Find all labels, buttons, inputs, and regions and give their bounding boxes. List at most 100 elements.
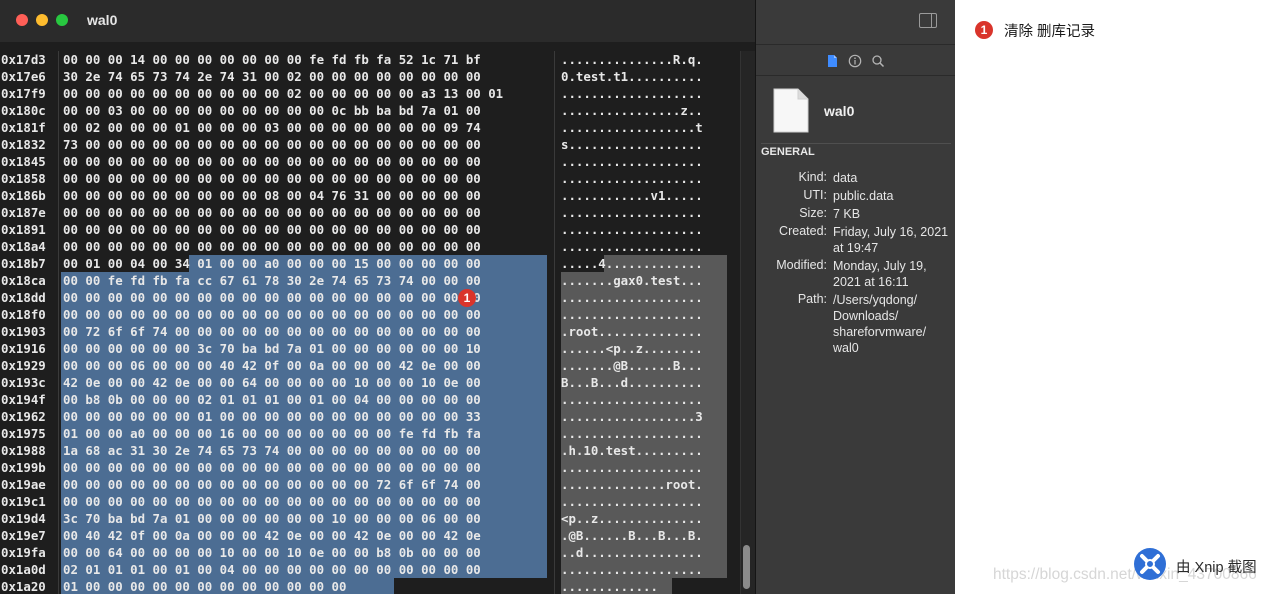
hex-ascii[interactable]: .....4............. bbox=[561, 255, 726, 272]
hex-row[interactable]: 0x18f0 00 00 00 00 00 00 00 00 00 00 00 0… bbox=[0, 306, 740, 323]
hex-row[interactable]: 0x194f 00 b8 0b 00 00 00 02 01 01 01 00 0… bbox=[0, 391, 740, 408]
hex-ascii[interactable]: <p..z.............. bbox=[561, 510, 726, 527]
hex-bytes[interactable]: 00 00 00 00 00 00 00 00 00 00 00 00 00 0… bbox=[63, 221, 550, 238]
info-tab-icon[interactable] bbox=[848, 54, 862, 68]
hex-row[interactable]: 0x18dd 00 00 00 00 00 00 00 00 00 00 00 0… bbox=[0, 289, 740, 306]
sidebar-toggle-icon[interactable] bbox=[919, 13, 937, 28]
hex-row[interactable]: 0x17d3 00 00 00 14 00 00 00 00 00 00 00 f… bbox=[0, 51, 740, 68]
hex-ascii[interactable]: ..d................ bbox=[561, 544, 726, 561]
hex-bytes[interactable]: 01 00 00 00 00 00 00 00 00 00 00 00 00 bbox=[63, 578, 550, 594]
hex-bytes[interactable]: 00 00 00 00 00 00 00 00 00 00 00 00 00 0… bbox=[63, 493, 550, 510]
hex-bytes[interactable]: 1a 68 ac 31 30 2e 74 65 73 74 00 00 00 0… bbox=[63, 442, 550, 459]
hex-ascii[interactable]: ................... bbox=[561, 238, 726, 255]
hex-ascii[interactable]: ................... bbox=[561, 459, 726, 476]
hex-row[interactable]: 0x1988 1a 68 ac 31 30 2e 74 65 73 74 00 0… bbox=[0, 442, 740, 459]
close-window-button[interactable] bbox=[16, 14, 28, 26]
hex-ascii[interactable]: ................... bbox=[561, 221, 726, 238]
hex-bytes[interactable]: 02 01 01 01 00 01 00 04 00 00 00 00 00 0… bbox=[63, 561, 550, 578]
hex-bytes[interactable]: 42 0e 00 00 42 0e 00 00 64 00 00 00 00 1… bbox=[63, 374, 550, 391]
hex-bytes[interactable]: 00 00 00 00 00 00 01 00 00 00 00 00 00 0… bbox=[63, 408, 550, 425]
hex-ascii[interactable]: 0.test.t1.......... bbox=[561, 68, 726, 85]
hex-ascii[interactable]: ................... bbox=[561, 493, 726, 510]
hex-row[interactable]: 0x1891 00 00 00 00 00 00 00 00 00 00 00 0… bbox=[0, 221, 740, 238]
hex-row[interactable]: 0x1832 73 00 00 00 00 00 00 00 00 00 00 0… bbox=[0, 136, 740, 153]
hex-bytes[interactable]: 00 00 00 00 00 00 00 00 00 08 00 04 76 3… bbox=[63, 187, 550, 204]
hex-row[interactable]: 0x19ae 00 00 00 00 00 00 00 00 00 00 00 0… bbox=[0, 476, 740, 493]
hex-bytes[interactable]: 00 01 00 04 00 34 01 00 00 a0 00 00 00 1… bbox=[63, 255, 550, 272]
hex-ascii[interactable]: ................... bbox=[561, 153, 726, 170]
hex-ascii[interactable]: .@B......B...B...B. bbox=[561, 527, 726, 544]
hex-bytes[interactable]: 00 00 00 00 00 00 3c 70 ba bd 7a 01 00 0… bbox=[63, 340, 550, 357]
hex-ascii[interactable]: ...............R.q. bbox=[561, 51, 726, 68]
hex-bytes[interactable]: 00 02 00 00 00 01 00 00 00 03 00 00 00 0… bbox=[63, 119, 550, 136]
hex-bytes[interactable]: 3c 70 ba bd 7a 01 00 00 00 00 00 00 10 0… bbox=[63, 510, 550, 527]
hex-bytes[interactable]: 00 00 00 06 00 00 00 40 42 0f 00 0a 00 0… bbox=[63, 357, 550, 374]
hex-ascii[interactable]: ..................t bbox=[561, 119, 726, 136]
search-tab-icon[interactable] bbox=[871, 54, 885, 68]
hex-bytes[interactable]: 30 2e 74 65 73 74 2e 74 31 00 02 00 00 0… bbox=[63, 68, 550, 85]
hex-bytes[interactable]: 73 00 00 00 00 00 00 00 00 00 00 00 00 0… bbox=[63, 136, 550, 153]
scrollbar-thumb[interactable] bbox=[743, 545, 750, 589]
hex-ascii[interactable]: ..................3 bbox=[561, 408, 726, 425]
hex-ascii[interactable]: .h.10.test......... bbox=[561, 442, 726, 459]
hex-row[interactable]: 0x186b 00 00 00 00 00 00 00 00 00 08 00 0… bbox=[0, 187, 740, 204]
hex-bytes[interactable]: 00 40 42 0f 00 0a 00 00 00 42 0e 00 00 4… bbox=[63, 527, 550, 544]
hex-row[interactable]: 0x1929 00 00 00 06 00 00 00 40 42 0f 00 0… bbox=[0, 357, 740, 374]
hex-row[interactable]: 0x19e7 00 40 42 0f 00 0a 00 00 00 42 0e 0… bbox=[0, 527, 740, 544]
hex-row[interactable]: 0x1903 00 72 6f 6f 74 00 00 00 00 00 00 0… bbox=[0, 323, 740, 340]
hex-ascii[interactable]: ................z.. bbox=[561, 102, 726, 119]
hex-row[interactable]: 0x1858 00 00 00 00 00 00 00 00 00 00 00 0… bbox=[0, 170, 740, 187]
hex-ascii[interactable]: .......gax0.test... bbox=[561, 272, 726, 289]
hex-ascii[interactable]: B...B...d.......... bbox=[561, 374, 726, 391]
hex-row[interactable]: 0x1a20 01 00 00 00 00 00 00 00 00 00 00 0… bbox=[0, 578, 740, 594]
hex-bytes[interactable]: 00 00 00 00 00 00 00 00 00 00 00 00 00 0… bbox=[63, 459, 550, 476]
hex-row[interactable]: 0x1916 00 00 00 00 00 00 3c 70 ba bd 7a 0… bbox=[0, 340, 740, 357]
hex-row[interactable]: 0x1845 00 00 00 00 00 00 00 00 00 00 00 0… bbox=[0, 153, 740, 170]
hex-row[interactable]: 0x18b7 00 01 00 04 00 34 01 00 00 a0 00 0… bbox=[0, 255, 740, 272]
hex-row[interactable]: 0x181f 00 02 00 00 00 01 00 00 00 03 00 0… bbox=[0, 119, 740, 136]
hex-row[interactable]: 0x199b 00 00 00 00 00 00 00 00 00 00 00 0… bbox=[0, 459, 740, 476]
hex-row[interactable]: 0x17e6 30 2e 74 65 73 74 2e 74 31 00 02 0… bbox=[0, 68, 740, 85]
general-section-heading[interactable]: GENERAL bbox=[761, 146, 815, 158]
hex-bytes[interactable]: 00 00 00 00 00 00 00 00 00 00 02 00 00 0… bbox=[63, 85, 550, 102]
hex-ascii[interactable]: ............. bbox=[561, 578, 726, 594]
hex-bytes[interactable]: 00 00 00 00 00 00 00 00 00 00 00 00 00 0… bbox=[63, 289, 550, 306]
hex-bytes[interactable]: 00 00 00 00 00 00 00 00 00 00 00 00 00 0… bbox=[63, 306, 550, 323]
hex-ascii[interactable]: ................... bbox=[561, 170, 726, 187]
hex-ascii[interactable]: ..............root. bbox=[561, 476, 726, 493]
hex-row[interactable]: 0x17f9 00 00 00 00 00 00 00 00 00 00 02 0… bbox=[0, 85, 740, 102]
hex-ascii[interactable]: ................... bbox=[561, 425, 726, 442]
hex-row[interactable]: 0x180c 00 00 03 00 00 00 00 00 00 00 00 0… bbox=[0, 102, 740, 119]
minimize-window-button[interactable] bbox=[36, 14, 48, 26]
hex-ascii[interactable]: ......<p..z........ bbox=[561, 340, 726, 357]
hex-row[interactable]: 0x193c 42 0e 00 00 42 0e 00 00 64 00 00 0… bbox=[0, 374, 740, 391]
hex-row[interactable]: 0x1975 01 00 00 a0 00 00 00 16 00 00 00 0… bbox=[0, 425, 740, 442]
hex-ascii[interactable]: ................... bbox=[561, 204, 726, 221]
hex-row[interactable]: 0x19fa 00 00 64 00 00 00 00 10 00 00 10 0… bbox=[0, 544, 740, 561]
hex-row[interactable]: 0x19d4 3c 70 ba bd 7a 01 00 00 00 00 00 0… bbox=[0, 510, 740, 527]
hex-ascii[interactable]: ................... bbox=[561, 85, 726, 102]
hex-bytes[interactable]: 00 00 00 00 00 00 00 00 00 00 00 00 00 0… bbox=[63, 204, 550, 221]
hex-ascii[interactable]: ............v1..... bbox=[561, 187, 726, 204]
hex-row[interactable]: 0x1962 00 00 00 00 00 00 01 00 00 00 00 0… bbox=[0, 408, 740, 425]
hex-bytes[interactable]: 00 00 00 00 00 00 00 00 00 00 00 00 00 0… bbox=[63, 170, 550, 187]
hex-row[interactable]: 0x19c1 00 00 00 00 00 00 00 00 00 00 00 0… bbox=[0, 493, 740, 510]
hex-bytes[interactable]: 01 00 00 a0 00 00 00 16 00 00 00 00 00 0… bbox=[63, 425, 550, 442]
hex-bytes[interactable]: 00 00 03 00 00 00 00 00 00 00 00 00 0c b… bbox=[63, 102, 550, 119]
hex-ascii[interactable]: ................... bbox=[561, 391, 726, 408]
hex-ascii[interactable]: ................... bbox=[561, 561, 726, 578]
hex-row[interactable]: 0x18ca 00 00 fe fd fb fa cc 67 61 78 30 2… bbox=[0, 272, 740, 289]
hex-ascii[interactable]: .root.............. bbox=[561, 323, 726, 340]
hex-bytes[interactable]: 00 00 fe fd fb fa cc 67 61 78 30 2e 74 6… bbox=[63, 272, 550, 289]
scrollbar-track[interactable] bbox=[740, 51, 755, 594]
hex-row[interactable]: 0x1a0d 02 01 01 01 00 01 00 04 00 00 00 0… bbox=[0, 561, 740, 578]
hex-row[interactable]: 0x18a4 00 00 00 00 00 00 00 00 00 00 00 0… bbox=[0, 238, 740, 255]
hex-view[interactable]: 0x17d3 00 00 00 14 00 00 00 00 00 00 00 f… bbox=[0, 51, 740, 594]
hex-bytes[interactable]: 00 72 6f 6f 74 00 00 00 00 00 00 00 00 0… bbox=[63, 323, 550, 340]
hex-bytes[interactable]: 00 00 64 00 00 00 00 10 00 00 10 0e 00 0… bbox=[63, 544, 550, 561]
hex-bytes[interactable]: 00 00 00 14 00 00 00 00 00 00 00 fe fd f… bbox=[63, 51, 550, 68]
hex-bytes[interactable]: 00 00 00 00 00 00 00 00 00 00 00 00 00 0… bbox=[63, 238, 550, 255]
hex-ascii[interactable]: s.................. bbox=[561, 136, 726, 153]
maximize-window-button[interactable] bbox=[56, 14, 68, 26]
hex-bytes[interactable]: 00 00 00 00 00 00 00 00 00 00 00 00 00 0… bbox=[63, 476, 550, 493]
